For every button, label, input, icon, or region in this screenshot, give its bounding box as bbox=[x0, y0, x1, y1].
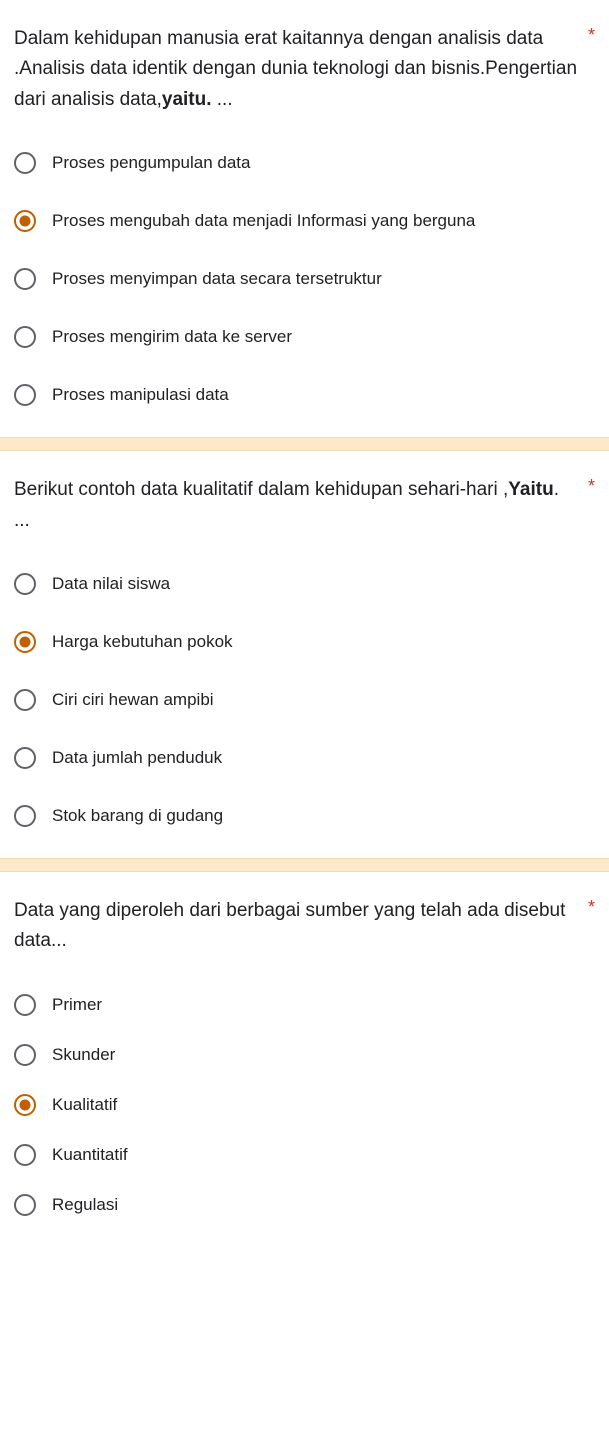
option-row[interactable]: Harga kebutuhan pokok bbox=[14, 628, 595, 656]
radio-icon[interactable] bbox=[14, 1144, 36, 1166]
question-header: Dalam kehidupan manusia erat kaitannya d… bbox=[14, 24, 595, 115]
option-label: Ciri ciri hewan ampibi bbox=[52, 687, 214, 713]
options-group: Primer Skunder Kualitatif Kuantitatif Re… bbox=[14, 991, 595, 1219]
radio-icon[interactable] bbox=[14, 994, 36, 1016]
option-label: Proses pengumpulan data bbox=[52, 150, 250, 176]
radio-icon[interactable] bbox=[14, 268, 36, 290]
option-label: Proses mengubah data menjadi Informasi y… bbox=[52, 208, 475, 234]
question-card-2: Berikut contoh data kualitatif dalam keh… bbox=[0, 451, 609, 858]
radio-icon[interactable] bbox=[14, 1194, 36, 1216]
option-label: Proses mengirim data ke server bbox=[52, 324, 292, 350]
question-text: Data yang diperoleh dari berbagai sumber… bbox=[14, 896, 580, 957]
radio-icon[interactable] bbox=[14, 152, 36, 174]
radio-icon[interactable] bbox=[14, 689, 36, 711]
radio-icon[interactable] bbox=[14, 326, 36, 348]
question-card-3: Data yang diperoleh dari berbagai sumber… bbox=[0, 872, 609, 1229]
option-label: Stok barang di gudang bbox=[52, 803, 223, 829]
option-label: Primer bbox=[52, 992, 102, 1018]
card-separator bbox=[0, 858, 609, 872]
option-row[interactable]: Kualitatif bbox=[14, 1091, 595, 1119]
radio-icon[interactable] bbox=[14, 805, 36, 827]
option-label: Kuantitatif bbox=[52, 1142, 128, 1168]
options-group: Proses pengumpulan data Proses mengubah … bbox=[14, 149, 595, 409]
question-text-pre: Dalam kehidupan manusia erat kaitannya d… bbox=[14, 28, 577, 110]
question-text-bold: Yaitu bbox=[508, 479, 553, 500]
option-label: Kualitatif bbox=[52, 1092, 117, 1118]
option-row[interactable]: Skunder bbox=[14, 1041, 595, 1069]
option-row[interactable]: Primer bbox=[14, 991, 595, 1019]
radio-icon[interactable] bbox=[14, 573, 36, 595]
question-text-pre: Berikut contoh data kualitatif dalam keh… bbox=[14, 479, 508, 500]
option-label: Skunder bbox=[52, 1042, 115, 1068]
required-mark: * bbox=[588, 896, 595, 916]
options-group: Data nilai siswa Harga kebutuhan pokok C… bbox=[14, 570, 595, 830]
card-separator bbox=[0, 437, 609, 451]
option-row[interactable]: Data nilai siswa bbox=[14, 570, 595, 598]
question-text-post: ... bbox=[212, 89, 233, 110]
question-text-bold: yaitu. bbox=[162, 89, 212, 110]
radio-icon[interactable] bbox=[14, 631, 36, 653]
option-row[interactable]: Regulasi bbox=[14, 1191, 595, 1219]
question-header: Berikut contoh data kualitatif dalam keh… bbox=[14, 475, 595, 536]
option-row[interactable]: Stok barang di gudang bbox=[14, 802, 595, 830]
option-row[interactable]: Proses manipulasi data bbox=[14, 381, 595, 409]
required-mark: * bbox=[588, 24, 595, 44]
option-row[interactable]: Proses mengubah data menjadi Informasi y… bbox=[14, 207, 595, 235]
radio-icon[interactable] bbox=[14, 1094, 36, 1116]
question-card-1: Dalam kehidupan manusia erat kaitannya d… bbox=[0, 0, 609, 437]
question-header: Data yang diperoleh dari berbagai sumber… bbox=[14, 896, 595, 957]
radio-icon[interactable] bbox=[14, 210, 36, 232]
option-row[interactable]: Ciri ciri hewan ampibi bbox=[14, 686, 595, 714]
option-label: Harga kebutuhan pokok bbox=[52, 629, 233, 655]
option-row[interactable]: Proses mengirim data ke server bbox=[14, 323, 595, 351]
question-text: Dalam kehidupan manusia erat kaitannya d… bbox=[14, 24, 580, 115]
option-label: Proses menyimpan data secara tersetruktu… bbox=[52, 266, 382, 292]
option-row[interactable]: Proses menyimpan data secara tersetruktu… bbox=[14, 265, 595, 293]
radio-icon[interactable] bbox=[14, 384, 36, 406]
question-text: Berikut contoh data kualitatif dalam keh… bbox=[14, 475, 580, 536]
option-row[interactable]: Data jumlah penduduk bbox=[14, 744, 595, 772]
option-row[interactable]: Kuantitatif bbox=[14, 1141, 595, 1169]
option-label: Data jumlah penduduk bbox=[52, 745, 222, 771]
radio-icon[interactable] bbox=[14, 1044, 36, 1066]
radio-icon[interactable] bbox=[14, 747, 36, 769]
option-row[interactable]: Proses pengumpulan data bbox=[14, 149, 595, 177]
option-label: Proses manipulasi data bbox=[52, 382, 229, 408]
required-mark: * bbox=[588, 475, 595, 495]
option-label: Regulasi bbox=[52, 1192, 118, 1218]
question-text-pre: Data yang diperoleh dari berbagai sumber… bbox=[14, 900, 565, 951]
option-label: Data nilai siswa bbox=[52, 571, 170, 597]
